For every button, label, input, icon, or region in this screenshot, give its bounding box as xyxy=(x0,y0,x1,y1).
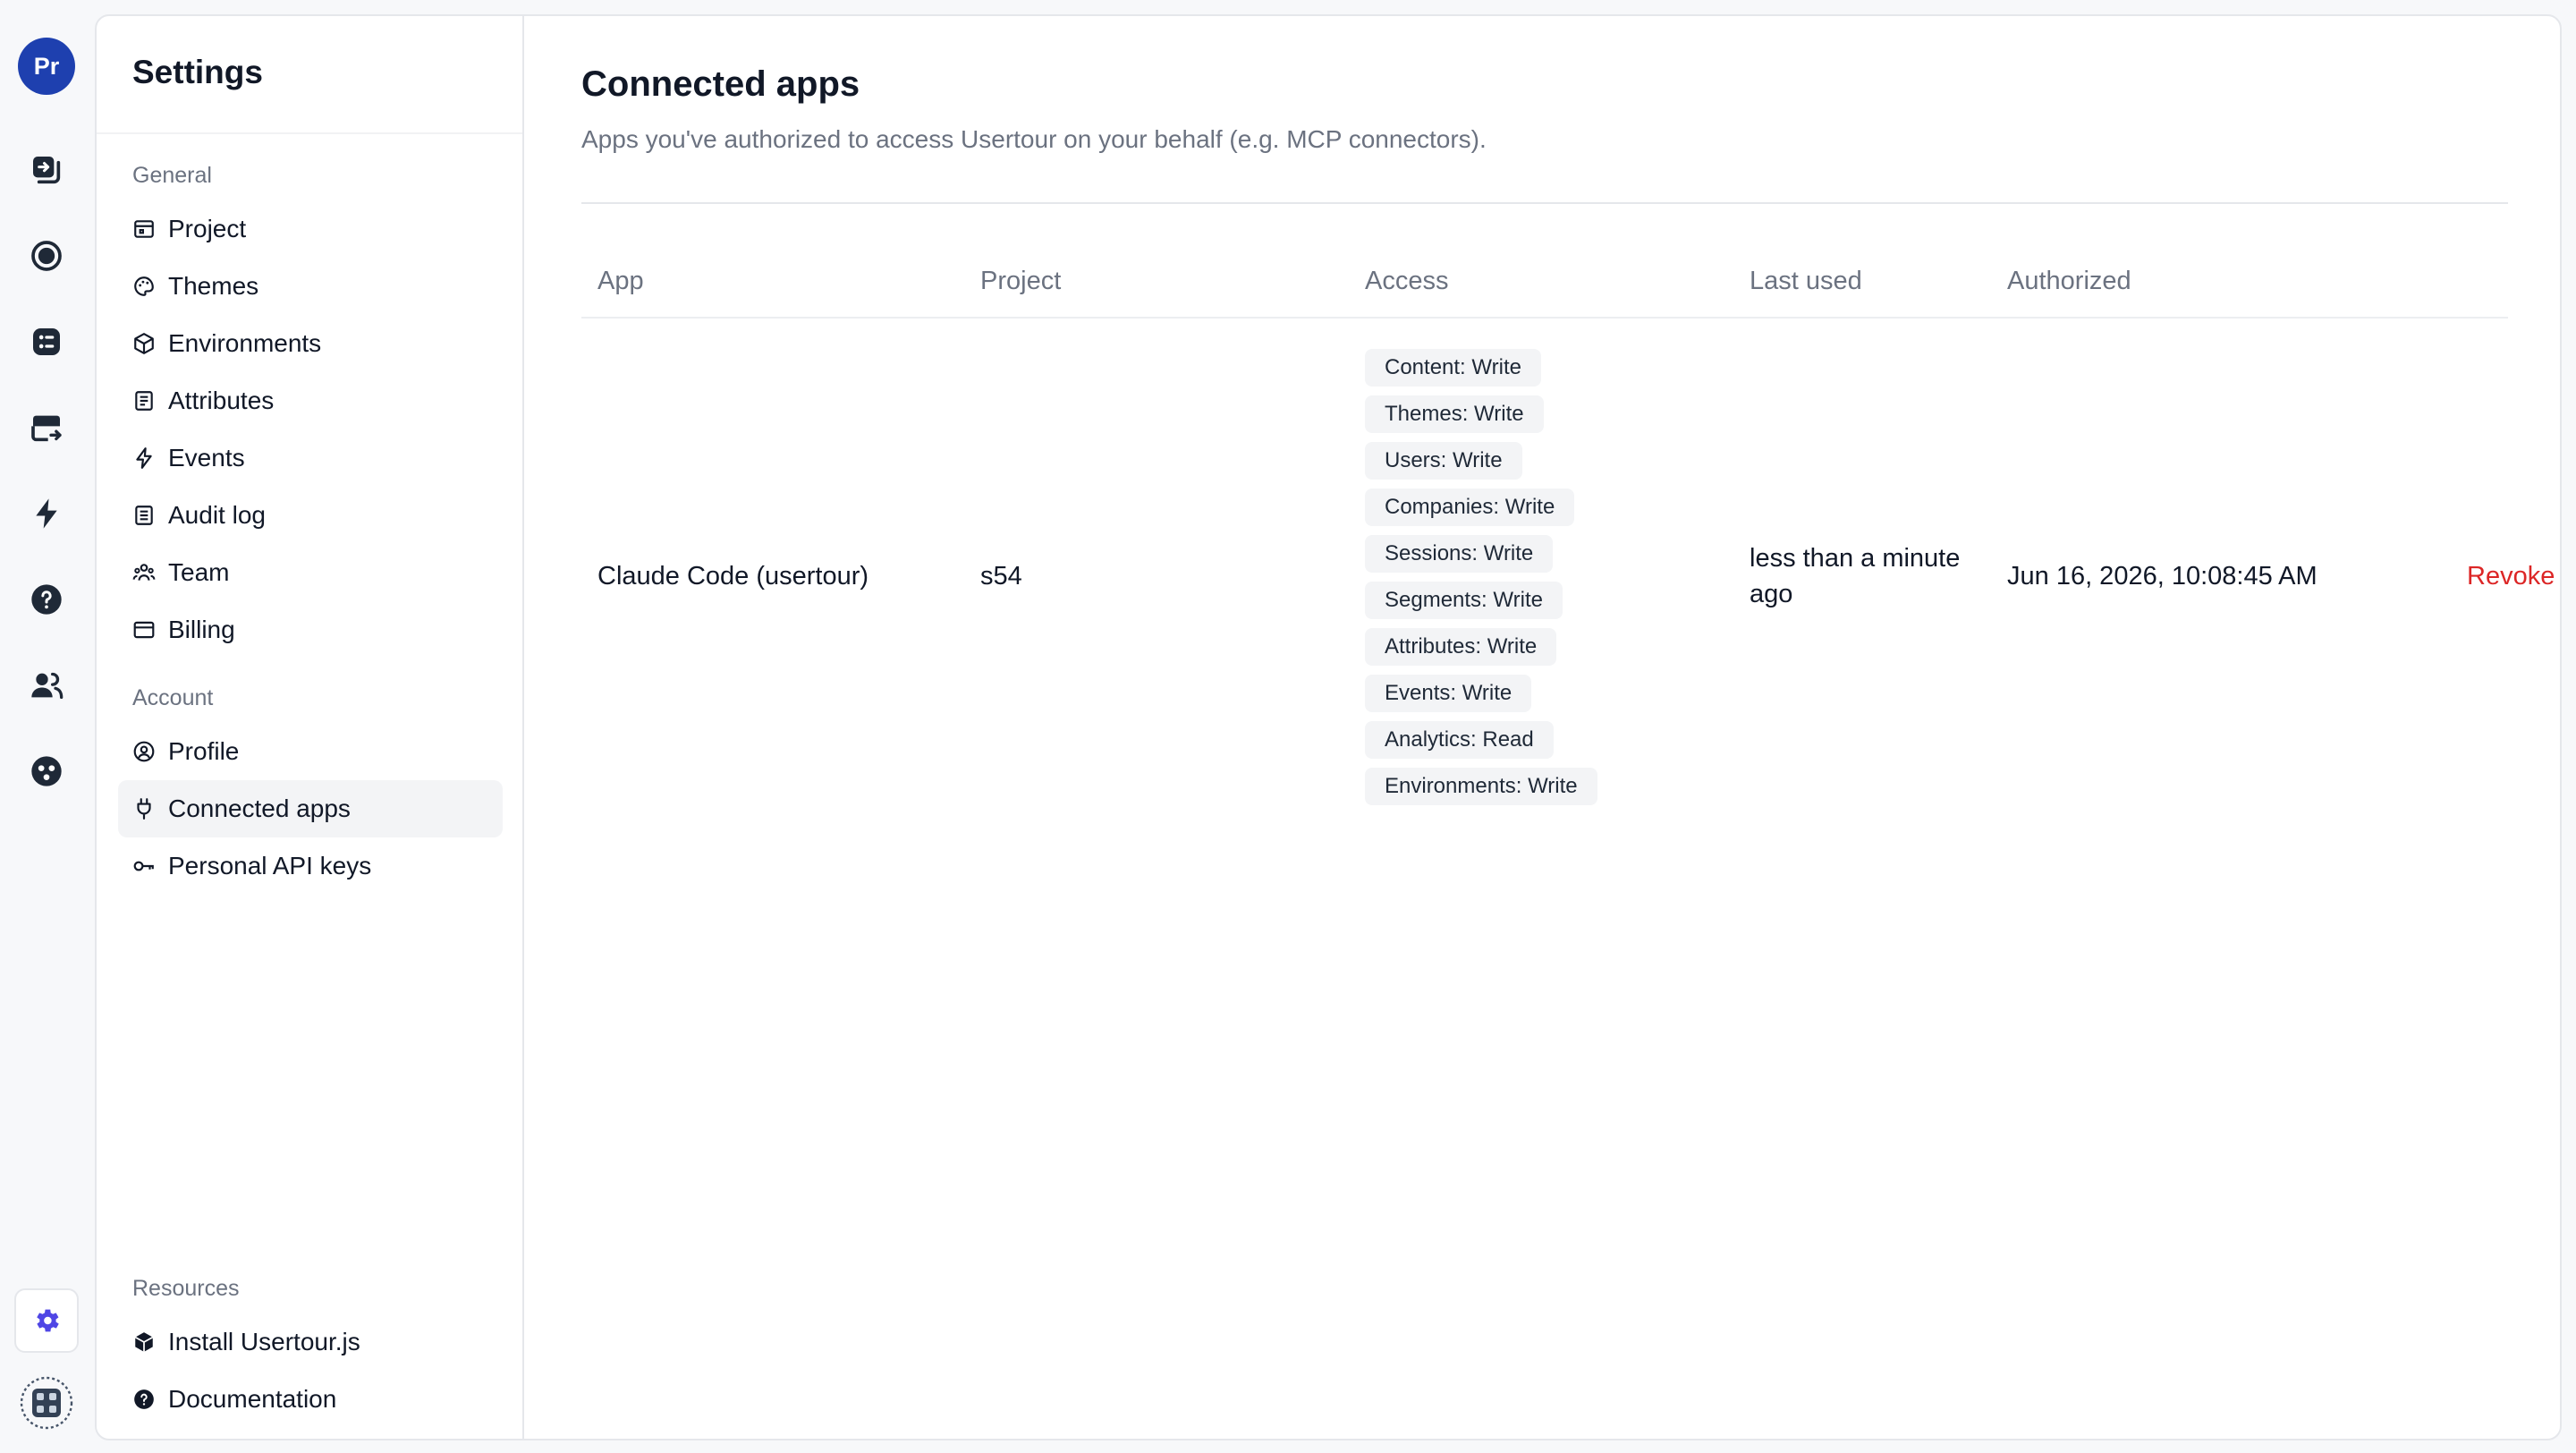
gear-icon xyxy=(31,1305,62,1336)
sidebar-item-events[interactable]: Events xyxy=(118,429,503,487)
sidebar-item-label: Documentation xyxy=(168,1385,337,1413)
flows-icon[interactable] xyxy=(29,152,64,188)
access-badge: Analytics: Read xyxy=(1365,721,1554,759)
project-avatar[interactable]: Pr xyxy=(18,38,75,95)
launcher-icon[interactable] xyxy=(29,410,64,446)
last-used-line2: ago xyxy=(1750,580,1793,608)
access-badge: Environments: Write xyxy=(1365,768,1597,805)
cube-icon xyxy=(132,332,156,355)
sidebar-item-label: Install Usertour.js xyxy=(168,1328,360,1355)
sidebar-item-team[interactable]: Team xyxy=(118,544,503,601)
sidebar-item-label: Profile xyxy=(168,737,240,765)
section-label-account: Account xyxy=(132,685,214,710)
access-badge: Companies: Write xyxy=(1365,489,1575,526)
document-icon xyxy=(132,504,156,527)
bolt-icon[interactable] xyxy=(29,496,64,531)
sidebar-item-label: Attributes xyxy=(168,387,275,414)
team-icon xyxy=(132,561,156,584)
section-label-general: General xyxy=(132,163,212,188)
sidebar-item-connected-apps[interactable]: Connected apps xyxy=(118,780,503,837)
sidebar-item-install-usertour[interactable]: Install Usertour.js xyxy=(118,1313,503,1371)
column-header-access: Access xyxy=(1365,267,1449,295)
help-icon[interactable] xyxy=(29,582,64,617)
connected-apps-panel: Connected apps Apps you've authorized to… xyxy=(524,16,2560,1439)
divider xyxy=(581,202,2508,204)
sidebar-item-profile[interactable]: Profile xyxy=(118,723,503,780)
page-title: Connected apps xyxy=(581,64,860,104)
page-subtitle: Apps you've authorized to access Usertou… xyxy=(581,125,1487,153)
app-rail: Pr xyxy=(0,0,93,1453)
credit-card-icon xyxy=(132,618,156,642)
sidebar-item-label: Connected apps xyxy=(168,794,351,822)
sidebar-item-personal-api-keys[interactable]: Personal API keys xyxy=(118,837,503,895)
list-icon xyxy=(132,389,156,412)
sidebar-item-label: Audit log xyxy=(168,501,266,529)
access-badge: Sessions: Write xyxy=(1365,535,1554,573)
access-badge: Attributes: Write xyxy=(1365,628,1557,666)
sidebar-item-audit-log[interactable]: Audit log xyxy=(118,487,503,544)
project-name: s54 xyxy=(980,562,1022,591)
sidebar-item-label: Personal API keys xyxy=(168,852,372,879)
column-header-last-used: Last used xyxy=(1750,267,1862,295)
record-icon[interactable] xyxy=(29,238,64,274)
user-circle-icon xyxy=(132,740,156,763)
access-badge: Segments: Write xyxy=(1365,582,1563,619)
sidebar-item-label: Team xyxy=(168,558,230,586)
bolt-outline-icon xyxy=(132,446,156,470)
palette-icon xyxy=(132,275,156,298)
sidebar-title: Settings xyxy=(132,54,263,90)
settings-sidebar: Settings General Project Themes Environm… xyxy=(97,16,524,1439)
column-header-app: App xyxy=(597,267,644,295)
access-badge: Users: Write xyxy=(1365,442,1522,480)
sidebar-item-themes[interactable]: Themes xyxy=(118,258,503,315)
sidebar-item-label: Themes xyxy=(168,272,259,300)
sidebar-item-project[interactable]: Project xyxy=(118,200,503,258)
key-icon xyxy=(132,854,156,878)
settings-button[interactable] xyxy=(14,1288,79,1353)
plug-icon xyxy=(132,797,156,820)
checklist-icon[interactable] xyxy=(29,324,64,360)
project-icon xyxy=(132,217,156,241)
question-icon xyxy=(132,1388,156,1411)
sidebar-item-label: Environments xyxy=(168,329,322,357)
revoke-button[interactable]: Revoke xyxy=(2467,562,2555,591)
authorized-date: Jun 16, 2026, 10:08:45 AM xyxy=(2007,562,2318,591)
sidebar-item-label: Billing xyxy=(168,616,235,643)
access-badge: Themes: Write xyxy=(1365,395,1544,433)
table-header-divider xyxy=(581,317,2508,319)
sidebar-item-label: Events xyxy=(168,444,245,472)
sidebar-item-documentation[interactable]: Documentation xyxy=(118,1371,503,1428)
companies-icon[interactable] xyxy=(29,753,64,789)
column-header-project: Project xyxy=(980,267,1062,295)
sidebar-item-label: Project xyxy=(168,215,247,242)
app-name: Claude Code (usertour) xyxy=(597,562,869,591)
usertour-logo xyxy=(18,1374,75,1432)
sidebar-item-attributes[interactable]: Attributes xyxy=(118,372,503,429)
sidebar-item-billing[interactable]: Billing xyxy=(118,601,503,659)
access-badge: Events: Write xyxy=(1365,675,1532,712)
divider xyxy=(97,132,522,134)
users-icon[interactable] xyxy=(29,667,64,703)
package-icon xyxy=(132,1330,156,1354)
column-header-authorized: Authorized xyxy=(2007,267,2131,295)
sidebar-item-environments[interactable]: Environments xyxy=(118,315,503,372)
settings-card: Settings General Project Themes Environm… xyxy=(95,14,2562,1440)
section-label-resources: Resources xyxy=(132,1276,240,1301)
access-badge: Content: Write xyxy=(1365,349,1541,387)
last-used-line1: less than a minute xyxy=(1750,544,1961,573)
